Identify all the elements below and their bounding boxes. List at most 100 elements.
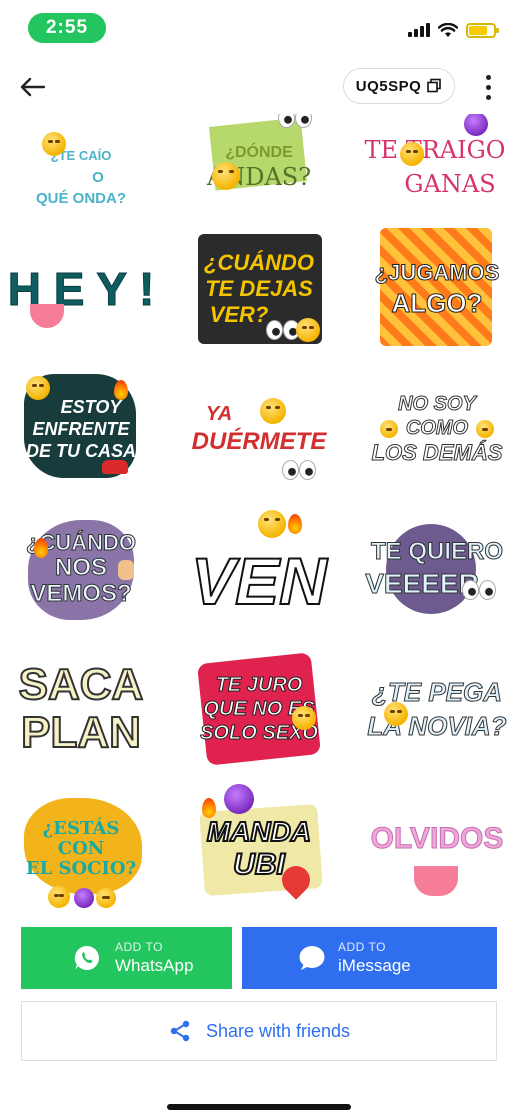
tongue-emoji-icon [30, 304, 64, 328]
sticker-text: ¿CUÁNDO [204, 250, 314, 275]
app-name: WhatsApp [115, 956, 194, 975]
sticker-text: LOS DEMÁS [371, 440, 503, 465]
sticker-ya-duermete[interactable]: YA DUÉRMETE [184, 364, 334, 494]
emoji-icon [380, 420, 398, 438]
eyes-icon [462, 580, 496, 600]
sticker-te-traigo-ganas[interactable]: TE TRAIGO GANAS [360, 114, 510, 232]
fire-icon [34, 538, 48, 558]
sticker-text: TE QUIERO [370, 538, 503, 565]
thinking-emoji-icon [212, 162, 240, 190]
more-dot [485, 84, 491, 90]
sticker-text: DUÉRMETE [191, 428, 327, 455]
share-icon [170, 1020, 190, 1042]
sticker-text: VEN [190, 544, 328, 618]
sticker-ven[interactable]: VEN [184, 504, 334, 634]
share-label: Share with friends [205, 1020, 351, 1041]
sticker-te-quiero-veeeer[interactable]: TE QUIERO VEEEER [362, 504, 512, 634]
sticker-donde-andas[interactable]: ¿DÓNDE ANDAS? [184, 114, 334, 230]
sticker-text: TE DEJAS [205, 276, 313, 301]
sticker-text: ¿DÓNDE [225, 144, 293, 161]
app-name: iMessage [338, 956, 411, 975]
eyes-icon [278, 114, 312, 128]
sticker-no-soy-como-los-demas[interactable]: NO SOY COMO LOS DEMÁS [362, 364, 512, 494]
add-to-label: ADD TO [338, 940, 386, 954]
sticker-text: COMO [405, 417, 469, 439]
sticker-olvidos[interactable]: OLVIDOS [362, 784, 512, 914]
sticker-jugamos-algo[interactable]: ¿JUGAMOS ALGO? [362, 224, 512, 354]
emoji-icon [296, 318, 320, 342]
sticker-te-caio[interactable]: ¿TE CAÍO O QUÉ ONDA? [6, 114, 156, 234]
sticker-text: O [92, 168, 104, 186]
sticker-text: VER? [209, 302, 269, 327]
sticker-text: ALGO? [391, 288, 483, 318]
status-icons [408, 20, 499, 40]
sticker-text: CON [57, 838, 105, 859]
status-bar: 2:55 [0, 0, 516, 56]
home-indicator [167, 1104, 351, 1110]
sticker-text: GANAS [404, 170, 496, 198]
sticker-text: ¿TE PEGA [371, 677, 502, 707]
emoji-icon [26, 376, 50, 400]
fire-icon [288, 514, 302, 534]
fire-icon [114, 380, 128, 400]
emoji-icon [400, 142, 424, 166]
pack-code-button[interactable]: UQ5SPQ [343, 68, 455, 104]
sticker-estoy-enfrente[interactable]: ESTOY ENFRENTE DE TU CASA [6, 364, 156, 494]
sticker-hey[interactable]: H E Y ! [6, 224, 156, 354]
add-to-whatsapp-button[interactable]: ADD TO WhatsApp [21, 927, 232, 989]
more-options-button[interactable] [476, 70, 500, 104]
hand-icon [118, 560, 134, 580]
imessage-label: ADD TO iMessage [338, 940, 411, 976]
emoji-icon [384, 702, 408, 726]
sticker-text: ¿JUGAMOS [374, 260, 500, 285]
whatsapp-icon [74, 945, 99, 970]
add-to-label: ADD TO [115, 940, 163, 954]
back-button[interactable] [14, 70, 54, 104]
emoji-icon [258, 510, 286, 538]
sticker-te-juro[interactable]: TE JURO QUE NO ES SOLO SEXO [184, 644, 334, 774]
sticker-text: EL SOCIO? [25, 858, 137, 879]
sticker-text: TE TRAIGO [364, 136, 506, 164]
sticker-text: VEMOS? [30, 580, 132, 607]
sticker-text: YA [205, 403, 233, 425]
sticker-cuando-te-dejas-ver[interactable]: ¿CUÁNDO TE DEJAS VER? [184, 224, 334, 354]
pack-code: UQ5SPQ [355, 77, 422, 95]
add-to-imessage-button[interactable]: ADD TO iMessage [242, 927, 497, 989]
imessage-icon [299, 946, 325, 970]
tongue-emoji-icon [414, 866, 458, 896]
sticker-manda-ubi[interactable]: MANDA UBI [184, 784, 334, 914]
sticker-saca-plan[interactable]: SACA PLAN [6, 644, 156, 774]
car-icon [102, 460, 128, 474]
sticker-text: QUÉ ONDA? [36, 189, 126, 207]
sticker-te-pega-la-novia[interactable]: ¿TE PEGA LA NOVIA? [362, 644, 512, 774]
battery-level [469, 25, 487, 35]
sticker-text: ESTOY [60, 397, 122, 417]
add-to-buttons: ADD TO WhatsApp ADD TO iMessage [21, 927, 497, 989]
sticker-text: OLVIDOS [370, 822, 504, 855]
battery-icon [466, 22, 499, 38]
whatsapp-label: ADD TO WhatsApp [115, 940, 193, 976]
sticker-grid: ¿TE CAÍO O QUÉ ONDA? ¿DÓNDE ANDAS? TE TR… [0, 114, 516, 914]
header: UQ5SPQ [0, 60, 516, 114]
sticker-text: TE JURO [215, 674, 303, 696]
sticker-text: NOS [54, 554, 107, 581]
sticker-cuando-nos-vemos[interactable]: ¿CUÁNDO NOS VEMOS? [6, 504, 156, 634]
sticker-text: NO SOY [398, 393, 477, 415]
copy-icon [427, 78, 442, 93]
sticker-text: PLAN [20, 708, 142, 757]
sticker-estas-con-el-socio[interactable]: ¿ESTÁS CON EL SOCIO? [6, 784, 156, 914]
sticker-text: UBI [232, 848, 286, 881]
sticker-text: MANDA [206, 816, 312, 847]
sticker-text: SACA [18, 660, 145, 709]
emoji-icon [476, 420, 494, 438]
sticker-text: ENFRENTE [32, 419, 130, 439]
sticker-bg [380, 228, 492, 346]
share-with-friends-button[interactable]: Share with friends [21, 1001, 497, 1061]
eyes-icon [282, 460, 316, 480]
emoji-icon [260, 398, 286, 424]
handshake-emoji-icon [48, 886, 70, 908]
devil-emoji-icon [224, 784, 254, 814]
more-dot [485, 94, 491, 100]
signal-icon [408, 23, 430, 37]
emoji-icon [42, 132, 66, 156]
